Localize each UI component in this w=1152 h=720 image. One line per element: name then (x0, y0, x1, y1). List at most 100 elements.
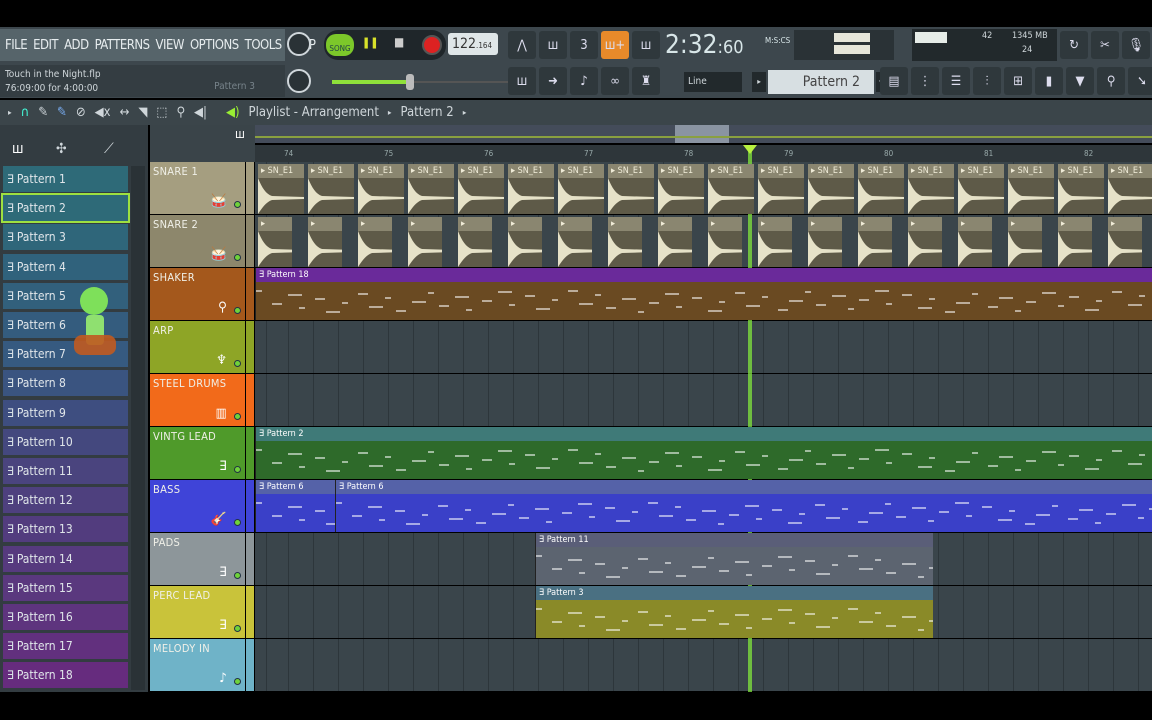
menu-arrow-icon[interactable]: ▸ (8, 108, 12, 117)
master-pitch-slider-handle[interactable] (406, 74, 414, 90)
audio-clip[interactable]: ▸ (308, 217, 342, 267)
track-mute-led[interactable] (234, 572, 241, 579)
track-mute-led[interactable] (234, 519, 241, 526)
slip-icon[interactable]: ↔ (120, 105, 130, 120)
mute-icon[interactable]: ◀x (95, 105, 111, 120)
audio-clip[interactable]: ▸ (508, 217, 542, 267)
stamp-icon[interactable]: ♜ (632, 67, 660, 95)
plugin-icon[interactable]: ▼ (1066, 67, 1094, 95)
project-icon[interactable]: ▮ (1035, 67, 1063, 95)
track-mute-led[interactable] (234, 466, 241, 473)
audio-clip[interactable]: ▸ (958, 217, 992, 267)
audio-clip[interactable]: ▸ SN_E1 (358, 164, 404, 214)
microphone-icon[interactable]: 🎙 (1122, 31, 1150, 59)
pattern-item[interactable]: ∃ Pattern 17 (3, 633, 128, 660)
master-pitch-knob[interactable] (287, 69, 311, 93)
pattern-clip[interactable]: ∃ Pattern 18 (255, 268, 1152, 320)
menu-tools[interactable]: TOOLS (245, 38, 283, 53)
tempo-tapper-icon[interactable]: ⚲ (1097, 67, 1125, 95)
pattern-clip[interactable]: ∃ Pattern 6 (255, 480, 335, 532)
pattern-item[interactable]: ∃ Pattern 13 (3, 516, 128, 543)
audio-clip[interactable]: ▸ (908, 217, 942, 267)
pattern-clip[interactable]: ∃ Pattern 11 (535, 533, 933, 585)
song-mode-button[interactable]: SONG (326, 34, 354, 56)
pattern-item[interactable]: ∃ Pattern 1 (3, 166, 128, 192)
audio-clip[interactable]: ▸ SN_E1 (958, 164, 1004, 214)
pattern-item[interactable]: ∃ Pattern 12 (3, 487, 128, 514)
track-header[interactable]: SNARE 2 🥁 (150, 215, 245, 267)
pattern-scrollbar[interactable] (131, 166, 145, 690)
channel-rack-icon[interactable]: ☰ (942, 67, 970, 95)
track-header[interactable]: ARP ♆ (150, 321, 245, 373)
mixer-icon[interactable]: ⫶ (973, 67, 1001, 95)
audio-clip[interactable]: ▸ (1058, 217, 1092, 267)
paint-icon[interactable]: ✎ (57, 105, 67, 120)
track-mute-led[interactable] (234, 307, 241, 314)
tempo-display[interactable]: 122.164 (448, 33, 498, 55)
track-mute-led[interactable] (234, 360, 241, 367)
track-lane[interactable] (255, 639, 1152, 691)
loop-record-button[interactable]: ш (632, 31, 660, 59)
audio-clip[interactable]: ▸ (1108, 217, 1142, 267)
pattern-prev-button[interactable]: ▸ (752, 72, 766, 92)
step-edit-button[interactable]: ш+ (601, 31, 629, 59)
audio-clip[interactable]: ▸ SN_E1 (908, 164, 954, 214)
audio-clip[interactable]: ▸ SN_E1 (608, 164, 654, 214)
pattern-item[interactable]: ∃ Pattern 4 (3, 253, 128, 280)
piano-icon[interactable]: ш (235, 127, 245, 141)
playback-icon[interactable]: ◀| (194, 105, 207, 120)
typing-keyboard-icon[interactable]: ш (508, 67, 536, 95)
track-header[interactable]: STEEL DRUMS ▥ (150, 374, 245, 426)
audio-clip[interactable]: ▸ SN_E1 (808, 164, 854, 214)
audio-clip[interactable]: ▸ (558, 217, 592, 267)
playlist-overview-scrollbar[interactable] (255, 125, 1152, 143)
pattern-clip[interactable]: ∃ Pattern 2 (255, 427, 1152, 479)
audio-clip[interactable]: ▸ SN_E1 (1108, 164, 1152, 214)
track-header[interactable]: SNARE 1 🥁 (150, 162, 245, 214)
pattern-item[interactable]: ∃ Pattern 2 (1, 193, 130, 224)
pattern-item[interactable]: ∃ Pattern 9 (3, 399, 128, 426)
pattern-item[interactable]: ∃ Pattern 11 (3, 458, 128, 484)
audio-clip[interactable]: ▸ (358, 217, 392, 267)
piano-roll-icon[interactable]: ⋮ (911, 67, 939, 95)
delete-icon[interactable]: ⊘ (76, 105, 86, 120)
brush-icon[interactable]: ♪ (570, 67, 598, 95)
pattern-item[interactable]: ∃ Pattern 10 (3, 428, 128, 455)
track-header[interactable]: PERC LEAD ∃ (150, 586, 245, 638)
audio-clip[interactable]: ▸ SN_E1 (708, 164, 754, 214)
track-mute-led[interactable] (234, 413, 241, 420)
track-header[interactable]: SHAKER ⚲ (150, 268, 245, 320)
countdown-button[interactable]: 3 (570, 31, 598, 59)
timeline-ruler[interactable]: 74 75 76 77 78 79 80 81 82 (255, 145, 1152, 162)
menu-edit[interactable]: EDIT (33, 38, 58, 53)
menu-patterns[interactable]: PATTERNS (95, 38, 150, 53)
automation-icon[interactable]: ⟋ (104, 141, 114, 157)
audio-clip[interactable]: ▸ SN_E1 (308, 164, 354, 214)
metronome-button[interactable]: ⋀ (508, 31, 536, 59)
undo-history-icon[interactable]: ↻ (1060, 31, 1088, 59)
audio-clip[interactable]: ▸ (608, 217, 642, 267)
pattern-clip[interactable]: ∃ Pattern 3 (535, 586, 933, 638)
audio-clip[interactable]: ▸ (858, 217, 892, 267)
menu-add[interactable]: ADD (64, 38, 89, 53)
audio-clip[interactable]: ▸ SN_E1 (258, 164, 304, 214)
pattern-item[interactable]: ∃ Pattern 16 (3, 604, 128, 630)
snap-selector[interactable]: Line (684, 72, 742, 92)
playlist-icon[interactable]: ▤ (880, 67, 908, 95)
menu-view[interactable]: VIEW (156, 38, 185, 53)
audio-clip[interactable]: ▸ SN_E1 (658, 164, 704, 214)
audio-clip[interactable]: ▸ (1008, 217, 1042, 267)
menu-file[interactable]: FILE (5, 38, 28, 53)
pattern-item[interactable]: ∃ Pattern 15 (3, 574, 128, 601)
audio-icon[interactable]: ✣ (56, 141, 67, 157)
audio-clip[interactable]: ▸ (758, 217, 792, 267)
time-display[interactable]: 2:32:60 M:S:CS (665, 30, 790, 60)
playhead-marker[interactable] (743, 145, 757, 154)
menu-options[interactable]: OPTIONS (190, 38, 239, 53)
pattern-item[interactable]: ∃ Pattern 18 (3, 662, 128, 689)
track-mute-led[interactable] (234, 625, 241, 632)
track-lane[interactable] (255, 321, 1152, 373)
audio-clip[interactable]: ▸ (408, 217, 442, 267)
audio-clip[interactable]: ▸ SN_E1 (508, 164, 554, 214)
audio-clip[interactable]: ▸ (808, 217, 842, 267)
